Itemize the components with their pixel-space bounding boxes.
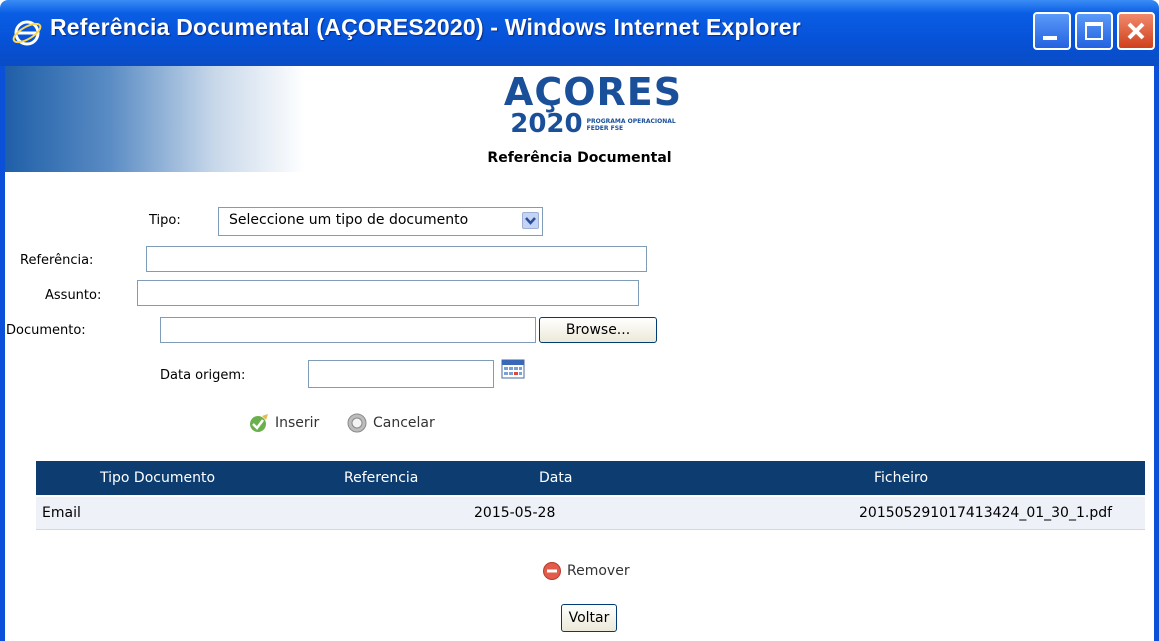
- tipo-select[interactable]: Seleccione um tipo de documento: [218, 207, 543, 236]
- calendar-icon[interactable]: [501, 359, 525, 379]
- logo-year: 2020 PROGRAMA OPERACIONAL FEDER FSE: [493, 109, 693, 139]
- assunto-label: Assunto:: [45, 288, 102, 303]
- cancelar-action[interactable]: Cancelar: [346, 412, 435, 434]
- documento-label: Documento:: [6, 323, 86, 338]
- remover-action[interactable]: Remover: [542, 561, 630, 581]
- tipo-label: Tipo:: [149, 213, 181, 228]
- browse-button[interactable]: Browse...: [539, 317, 657, 343]
- minimize-button[interactable]: [1033, 12, 1071, 50]
- maximize-icon: [1085, 22, 1103, 40]
- header-ficheiro[interactable]: Ficheiro: [874, 470, 928, 486]
- page-title: Referência Documental: [487, 150, 672, 166]
- window-title: Referência Documental (AÇORES2020) - Win…: [50, 14, 801, 40]
- cancelar-label: Cancelar: [373, 415, 435, 431]
- header-referencia[interactable]: Referencia: [344, 470, 418, 486]
- cell-data: 2015-05-28: [474, 505, 556, 521]
- header-tipo-documento[interactable]: Tipo Documento: [100, 470, 215, 486]
- logo-main-text: AÇORES: [503, 70, 683, 114]
- data-origem-input[interactable]: [308, 360, 494, 388]
- check-pencil-icon: [250, 414, 268, 432]
- referencia-input[interactable]: [146, 246, 647, 272]
- close-button[interactable]: [1117, 12, 1155, 50]
- page-header: AÇORES 2020 PROGRAMA OPERACIONAL FEDER FSE…: [5, 66, 1154, 172]
- documento-file-input[interactable]: [160, 317, 536, 343]
- page-content: AÇORES 2020 PROGRAMA OPERACIONAL FEDER FSE…: [0, 66, 1159, 641]
- maximize-button[interactable]: [1075, 12, 1113, 50]
- logo-small-text: PROGRAMA OPERACIONAL FEDER FSE: [587, 118, 676, 132]
- inserir-action[interactable]: Inserir: [248, 412, 319, 434]
- referencia-label: Referência:: [20, 253, 94, 268]
- close-icon: [1127, 22, 1145, 40]
- minimize-icon: [1043, 36, 1057, 40]
- window-titlebar[interactable]: Referência Documental (AÇORES2020) - Win…: [0, 0, 1159, 66]
- remover-label: Remover: [567, 563, 630, 579]
- cell-tipo: Email: [42, 505, 81, 521]
- table-header: Tipo Documento Referencia Data Ficheiro: [36, 461, 1145, 495]
- chevron-down-icon[interactable]: [522, 212, 539, 229]
- header-data[interactable]: Data: [539, 470, 572, 486]
- logo-year-text: 2020: [510, 109, 583, 139]
- assunto-input[interactable]: [137, 280, 639, 306]
- table-row[interactable]: Email 2015-05-28 201505291017413424_01_3…: [36, 497, 1145, 530]
- remove-icon: [543, 562, 561, 580]
- acores-2020-logo: AÇORES 2020 PROGRAMA OPERACIONAL FEDER FSE: [493, 72, 693, 142]
- logo-small-line2: FEDER FSE: [586, 124, 624, 132]
- logo-small-line1: PROGRAMA OPERACIONAL: [586, 117, 676, 125]
- internet-explorer-icon: [12, 20, 42, 46]
- voltar-button[interactable]: Voltar: [561, 604, 617, 632]
- data-origem-label: Data origem:: [160, 368, 246, 383]
- inserir-label: Inserir: [275, 415, 320, 431]
- cancel-circle-icon: [347, 413, 367, 433]
- tipo-select-value: Seleccione um tipo de documento: [229, 212, 469, 228]
- cell-ficheiro[interactable]: 201505291017413424_01_30_1.pdf: [859, 505, 1112, 521]
